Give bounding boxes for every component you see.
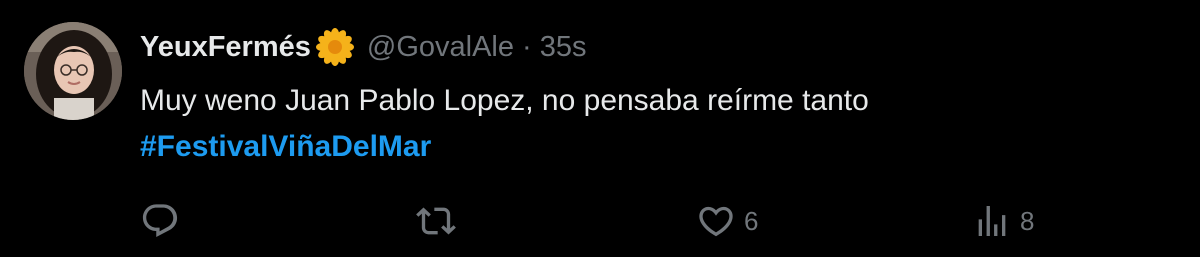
tweet-body: Muy weno Juan Pablo Lopez, no pensaba re… bbox=[140, 84, 869, 117]
tweet[interactable]: YeuxFermés @GovalAle · 35s Muy weno Juan… bbox=[0, 0, 1200, 257]
views-icon bbox=[972, 201, 1012, 241]
flower-icon bbox=[315, 27, 355, 67]
like-count: 6 bbox=[744, 205, 759, 236]
timestamp[interactable]: 35s bbox=[540, 31, 587, 64]
retweet-button[interactable] bbox=[416, 196, 456, 246]
avatar-image bbox=[24, 22, 122, 120]
reply-icon bbox=[140, 201, 180, 241]
tweet-header: YeuxFermés @GovalAle · 35s bbox=[140, 24, 586, 70]
reply-button[interactable] bbox=[140, 196, 180, 246]
display-name[interactable]: YeuxFermés bbox=[140, 31, 311, 64]
views-button[interactable]: 8 bbox=[972, 196, 1034, 246]
tweet-text: Muy weno Juan Pablo Lopez, no pensaba re… bbox=[140, 78, 1180, 170]
action-bar: 6 8 bbox=[140, 196, 1060, 246]
views-count: 8 bbox=[1020, 205, 1035, 236]
user-handle[interactable]: @GovalAle bbox=[367, 31, 514, 64]
hashtag-link[interactable]: #FestivalViñaDelMar bbox=[140, 130, 431, 163]
heart-icon bbox=[696, 201, 736, 241]
like-button[interactable]: 6 bbox=[696, 196, 758, 246]
avatar[interactable] bbox=[24, 22, 122, 120]
separator: · bbox=[522, 30, 532, 63]
retweet-icon bbox=[416, 201, 456, 241]
